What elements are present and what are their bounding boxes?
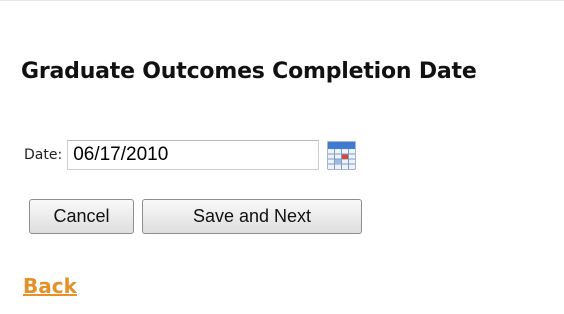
page: Graduate Outcomes Completion Date Date: … <box>0 0 564 314</box>
cancel-button[interactable]: Cancel <box>29 199 134 234</box>
back-link[interactable]: Back <box>23 274 77 298</box>
calendar-icon[interactable] <box>327 141 356 170</box>
date-input[interactable] <box>67 140 320 170</box>
top-divider <box>0 0 564 1</box>
page-title: Graduate Outcomes Completion Date <box>21 59 477 84</box>
save-and-next-button[interactable]: Save and Next <box>142 199 362 234</box>
date-label: Date: <box>24 147 63 163</box>
action-buttons: Cancel Save and Next <box>29 199 362 234</box>
date-row: Date: <box>24 138 356 172</box>
